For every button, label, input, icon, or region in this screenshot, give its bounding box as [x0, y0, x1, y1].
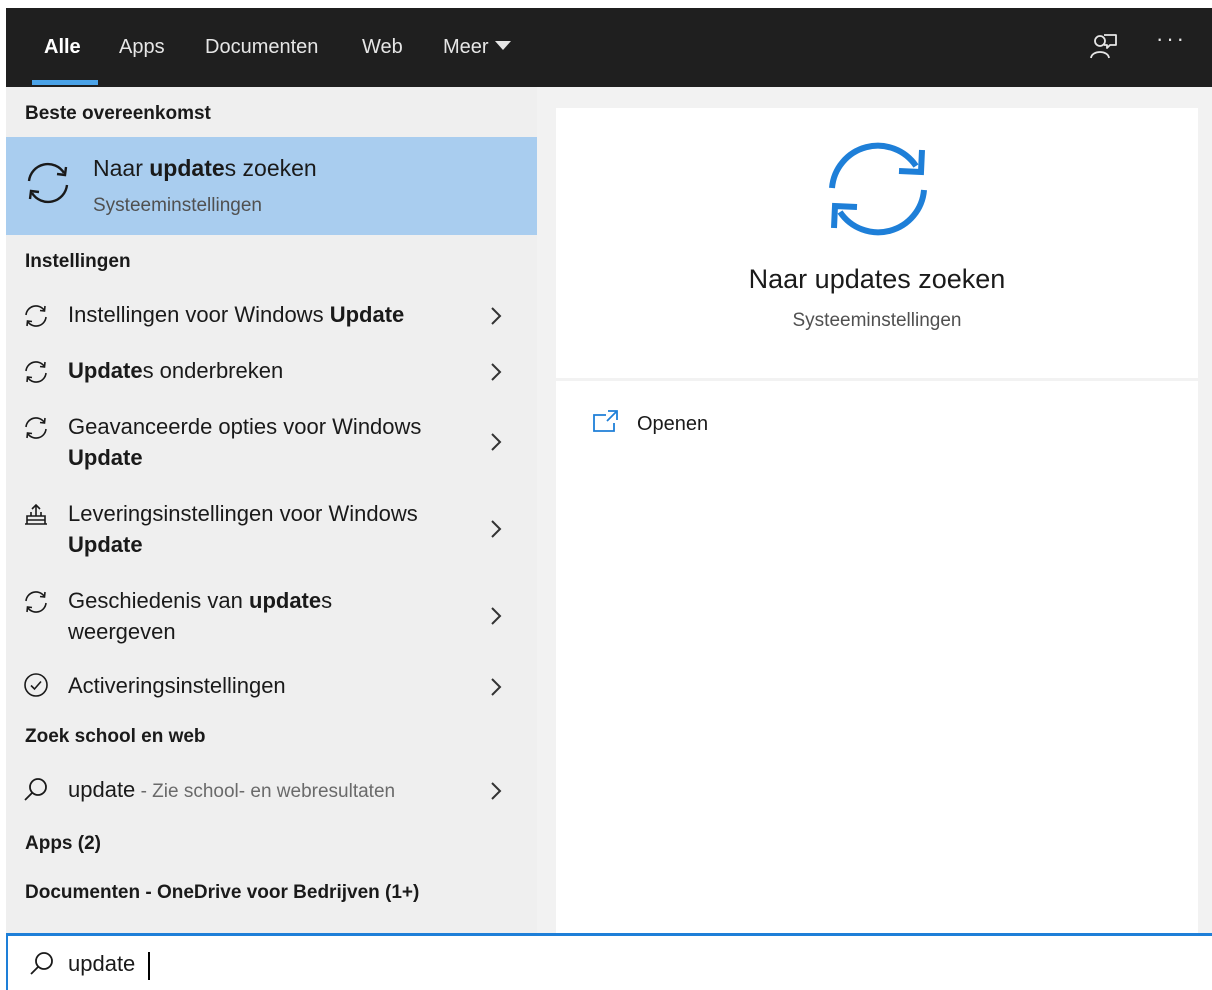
- sync-icon: [829, 142, 927, 236]
- web-search-item[interactable]: update - Zie school- en webresultaten: [6, 772, 537, 808]
- best-match-item[interactable]: Naar updates zoeken Systeeminstellingen: [6, 137, 537, 235]
- list-item[interactable]: Instellingen voor Windows Update: [6, 297, 537, 333]
- chevron-right-icon: [491, 782, 502, 800]
- search-scope-bar: Alle Apps Documenten Web Meer ···: [6, 8, 1212, 87]
- chevron-right-icon: [491, 678, 502, 696]
- search-box: [6, 933, 1212, 990]
- search-input[interactable]: [68, 946, 768, 982]
- active-tab-indicator: [32, 80, 98, 85]
- list-item-label: Geavanceerde opties voor Windows Update: [68, 414, 422, 470]
- best-match-subtitle: Systeeminstellingen: [93, 195, 262, 216]
- web-search-header: Zoek school en web: [25, 726, 206, 747]
- list-item[interactable]: Leveringsinstellingen voor Windows Updat…: [6, 496, 537, 562]
- text-cursor: [148, 952, 150, 980]
- chevron-right-icon: [491, 307, 502, 325]
- apps-section-header[interactable]: Apps (2): [25, 833, 101, 855]
- results-list: Beste overeenkomst Naar updates zoeken S…: [6, 87, 537, 933]
- search-icon: [24, 778, 47, 801]
- list-item-label: Updates onderbreken: [68, 358, 284, 383]
- list-item[interactable]: Updates onderbreken: [6, 353, 537, 389]
- preview-header: Naar updates zoeken Systeeminstellingen: [556, 108, 1198, 378]
- search-icon: [30, 952, 53, 975]
- list-item[interactable]: Activeringsinstellingen: [6, 668, 537, 704]
- delivery-icon: [25, 503, 47, 525]
- chevron-right-icon: [491, 607, 502, 625]
- tab-meer-label: Meer: [443, 36, 489, 58]
- documents-section-header[interactable]: Documenten - OneDrive voor Bedrijven (1+…: [25, 882, 419, 904]
- list-item-label: Activeringsinstellingen: [68, 673, 286, 698]
- more-options-icon[interactable]: ···: [1156, 26, 1187, 52]
- feedback-person-icon[interactable]: [1087, 32, 1119, 64]
- sync-icon: [25, 591, 47, 613]
- tab-alle[interactable]: Alle: [44, 8, 81, 87]
- chevron-right-icon: [491, 433, 502, 451]
- sync-icon: [25, 305, 47, 327]
- preview-actions: Openen: [556, 381, 1198, 933]
- web-search-label: update - Zie school- en webresultaten: [68, 777, 396, 802]
- list-item[interactable]: Geavanceerde opties voor Windows Update: [6, 409, 537, 475]
- best-match-title: Naar updates zoeken: [93, 155, 317, 181]
- best-match-header: Beste overeenkomst: [25, 103, 211, 124]
- settings-header: Instellingen: [25, 251, 131, 272]
- tab-documenten[interactable]: Documenten: [205, 8, 318, 87]
- tab-meer[interactable]: Meer: [443, 8, 511, 87]
- tab-web[interactable]: Web: [362, 8, 403, 87]
- tab-apps[interactable]: Apps: [119, 8, 165, 87]
- list-item-label: Leveringsinstellingen voor Windows Updat…: [68, 501, 418, 557]
- sync-icon: [25, 417, 47, 439]
- chevron-right-icon: [491, 363, 502, 381]
- chevron-right-icon: [491, 520, 502, 538]
- open-external-icon: [593, 410, 618, 432]
- sync-icon: [25, 361, 47, 383]
- list-item-label: Instellingen voor Windows Update: [68, 302, 405, 327]
- preview-title: Naar updates zoeken: [748, 264, 1006, 294]
- list-item-label: Geschiedenis van updates weergeven: [68, 588, 333, 644]
- preview-subtitle: Systeeminstellingen: [792, 310, 962, 331]
- sync-icon: [27, 162, 69, 204]
- check-circle-icon: [24, 673, 48, 697]
- list-item[interactable]: Geschiedenis van updates weergeven: [6, 583, 537, 649]
- open-label: Openen: [637, 413, 709, 435]
- caret-down-icon: [494, 41, 511, 51]
